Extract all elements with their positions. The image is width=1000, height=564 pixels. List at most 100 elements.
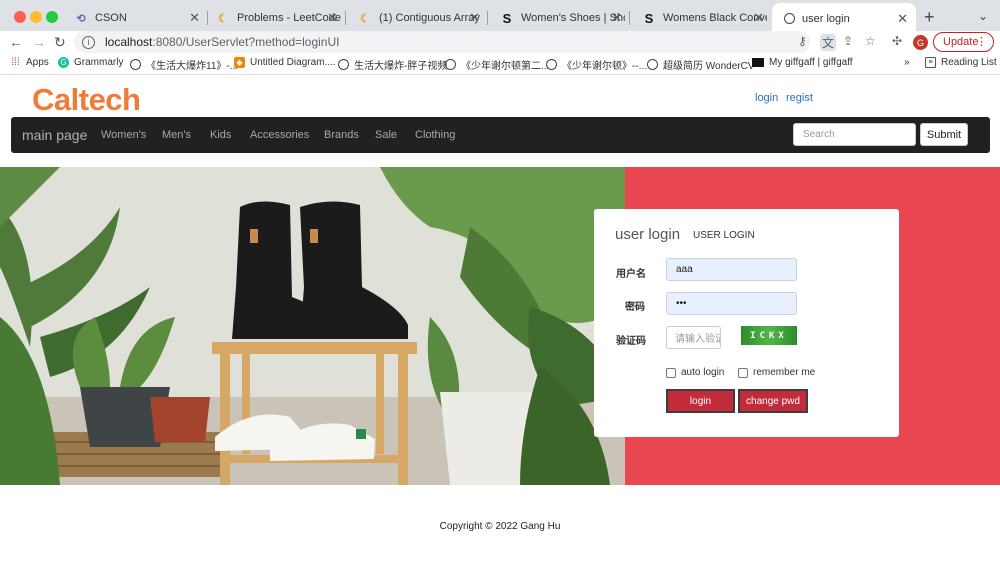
globe-favicon-icon [784,13,795,24]
bookmark-apps[interactable]: ⁞⁞⁞ Apps [10,57,49,68]
nav-sale[interactable]: Sale [375,129,397,141]
bookmark-untitled-diagram[interactable]: ◆ Untitled Diagram.... [234,57,336,68]
drawio-icon: ◆ [234,57,245,68]
caltech-logo[interactable]: Caltech [32,82,141,118]
key-icon[interactable]: ⚷ [798,34,807,48]
bookmark-grammarly[interactable]: G Grammarly [58,57,123,68]
tab-user-login[interactable]: user login ✕ [772,3,916,34]
bookmark-young-sheldon-2[interactable]: 《少年谢尔顿第二... [445,57,549,72]
url-path: :8080/UserServlet?method=loginUI [152,35,340,49]
close-tab-icon[interactable]: ✕ [611,10,622,26]
auto-login-checkbox[interactable]: auto login [666,367,724,378]
tab-label: Women's Shoes | Shoes [521,12,625,24]
tab-search-chevron-icon[interactable]: ⌄ [978,9,988,23]
bookmark-label: My giffgaff | giffgaff [769,57,853,68]
close-tab-icon[interactable]: ✕ [189,10,200,26]
reading-list-button[interactable]: ≡ Reading List [925,57,997,68]
nav-mens[interactable]: Men's [162,129,191,141]
close-tab-icon[interactable]: ✕ [469,10,480,26]
extensions-puzzle-icon[interactable]: ✣ [892,34,902,48]
close-tab-icon[interactable]: ✕ [753,10,764,26]
address-bar[interactable]: i localhost:8080/UserServlet?method=logi… [74,31,810,53]
new-tab-button[interactable]: + [924,7,935,28]
close-tab-icon[interactable]: ✕ [897,11,908,27]
reading-list-label: Reading List [941,57,997,68]
bookmark-label: 生活大爆炸-胖子视频 [354,61,448,72]
s-favicon-icon: S [502,10,512,26]
nav-womens[interactable]: Women's [101,129,146,141]
reload-icon[interactable]: ↻ [54,34,66,51]
search-submit-button[interactable]: Submit [920,123,968,146]
nav-brands[interactable]: Brands [324,129,359,141]
globe-icon [546,59,557,70]
checkbox-box[interactable] [666,367,676,378]
globe-icon [647,59,658,70]
tab-label: user login [802,12,850,25]
footer-copyright: Copyright © 2022 Gang Hu [439,521,561,532]
minimize-window-button[interactable] [30,11,42,23]
back-arrow-icon[interactable]: ← [9,34,23,50]
browser-toolbar: ← → ↻ i localhost:8080/UserServlet?metho… [0,31,1000,54]
tab-contiguous-array[interactable]: ☾ (1) Contiguous Array - Le ✕ [346,6,488,30]
more-menu-icon[interactable]: ⋮ [976,35,987,48]
bookmark-giffgaff[interactable]: My giffgaff | giffgaff [752,57,853,68]
close-tab-icon[interactable]: ✕ [327,10,338,26]
zoom-window-button[interactable] [46,11,58,23]
bookmark-star-icon[interactable]: ☆ [865,34,876,48]
globe-icon [338,59,349,70]
password-input[interactable]: ••• [666,292,797,315]
translate-icon[interactable]: 文 [820,34,837,51]
password-label: 密码 [625,302,645,313]
profile-avatar[interactable]: G [913,35,928,50]
site-info-icon[interactable]: i [82,35,95,49]
hero-photo-shoes-plants [0,167,625,485]
update-button[interactable]: Update ⋮ [933,32,994,52]
login-panel: user login USER LOGIN 用户名 aaa 密码 ••• 验证码… [594,209,899,437]
tab-womens-black-converse[interactable]: S Womens Black Converse ✕ [630,6,772,30]
checkbox-box[interactable] [738,367,748,378]
nav-kids[interactable]: Kids [210,129,231,141]
apps-grid-icon: ⁞⁞⁞ [11,57,20,68]
tab-womens-shoes[interactable]: S Women's Shoes | Shoes ✕ [488,6,630,30]
update-label: Update [943,36,979,48]
close-window-button[interactable] [14,11,26,23]
bookmarks-overflow-button[interactable]: » [904,57,910,68]
main-navbar: main page Women's Men's Kids Accessories… [11,117,990,153]
globe-icon [130,59,141,70]
main-page-link[interactable]: main page [22,127,87,143]
login-link[interactable]: login [755,92,778,104]
grammarly-icon: G [58,57,69,68]
tab-problems-leetcode[interactable]: ☾ Problems - LeetCode ✕ [204,6,346,30]
share-icon[interactable]: ⇪ [843,34,853,48]
remember-me-checkbox[interactable]: remember me [738,367,815,378]
bookmark-big-bang-video[interactable]: 生活大爆炸-胖子视频 [338,57,447,72]
bookmark-label: Apps [26,57,49,68]
remember-me-label: remember me [753,367,816,378]
tab-label: (1) Contiguous Array - Le [379,12,483,24]
leetcode-favicon-icon: ☾ [218,12,228,25]
username-input[interactable]: aaa [666,258,797,281]
login-button[interactable]: login [666,389,735,413]
search-input[interactable]: Search [793,123,916,146]
hero-illustration [0,167,625,485]
bookmark-label: Untitled Diagram.... [250,57,336,68]
change-pwd-button[interactable]: change pwd [738,389,808,413]
nav-accessories[interactable]: Accessories [250,129,309,141]
bookmark-wondercv[interactable]: 超级简历 WonderCV [647,57,755,72]
regist-link[interactable]: regist [786,92,813,104]
giffgaff-icon [752,58,764,67]
bookmark-young-sheldon[interactable]: 《少年谢尔顿》--... [546,57,647,72]
tab-cson[interactable]: ⟲ CSON ✕ [62,6,208,30]
captcha-input[interactable]: 请输入验证码 [666,326,721,349]
bookmarks-bar: ⁞⁞⁞ Apps G Grammarly 《生活大爆炸11》-... ◆ Unt… [0,54,1000,75]
tab-label: Womens Black Converse [663,12,767,24]
captcha-label: 验证码 [616,336,646,347]
captcha-image[interactable]: ICKX [741,326,797,345]
cson-favicon-icon: ⟲ [76,12,86,25]
forward-arrow-icon[interactable]: → [32,34,46,50]
nav-clothing[interactable]: Clothing [415,129,455,141]
bookmark-label: 《少年谢尔顿》--... [562,61,647,72]
bookmark-big-bang-11[interactable]: 《生活大爆炸11》-... [130,57,238,72]
browser-tab-strip: ⟲ CSON ✕ ☾ Problems - LeetCode ✕ ☾ (1) C… [0,0,1000,34]
bookmark-label: Grammarly [74,57,124,68]
